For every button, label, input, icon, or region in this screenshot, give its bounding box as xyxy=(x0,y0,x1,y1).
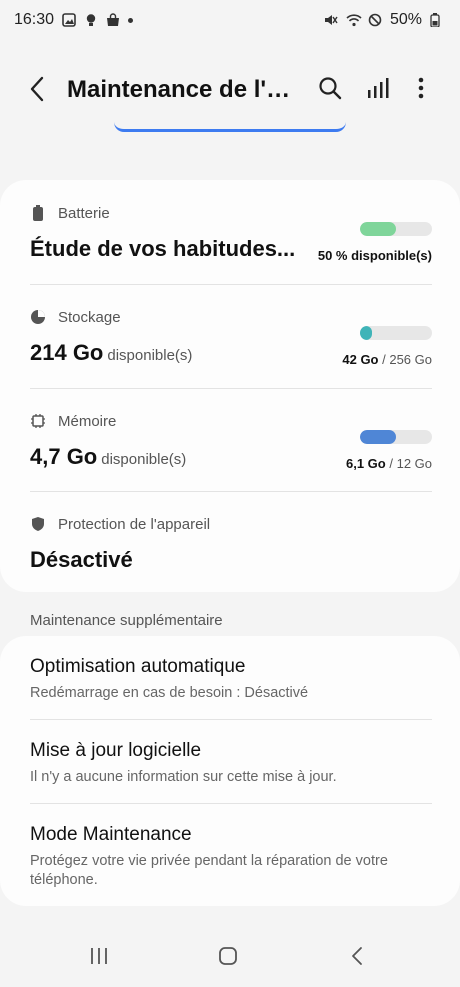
statistics-button[interactable] xyxy=(364,76,392,104)
memory-bar-fill xyxy=(360,430,396,444)
more-options-button[interactable] xyxy=(410,76,432,104)
shield-icon xyxy=(30,516,46,532)
gallery-icon xyxy=(62,13,76,27)
battery-icon xyxy=(30,205,46,221)
list-item-subtitle: Protégez votre vie privée pendant la rép… xyxy=(30,853,388,888)
memory-header: Mémoire xyxy=(30,410,432,432)
storage-label: Stockage xyxy=(58,308,121,326)
storage-bar-fill xyxy=(360,326,372,340)
battery-label: Batterie xyxy=(58,204,110,222)
status-right: 50% xyxy=(324,11,444,29)
storage-section[interactable]: Stockage 214 Go disponible(s) 42 Go / 256… xyxy=(30,306,432,388)
memory-label: Mémoire xyxy=(58,412,117,430)
bulb-icon xyxy=(84,13,98,27)
status-time: 16:30 xyxy=(14,11,55,28)
back-icon xyxy=(350,946,364,971)
storage-header: Stockage xyxy=(30,306,432,328)
battery-available: 50 % disponible(s) xyxy=(317,248,432,263)
battery-icon xyxy=(430,13,444,28)
divider xyxy=(30,388,432,389)
list-item-title: Mise à jour logicielle xyxy=(30,740,202,761)
list-item-title: Optimisation automatique xyxy=(30,656,246,677)
protection-value: Désactivé xyxy=(30,547,133,572)
home-icon xyxy=(218,946,238,971)
notification-dot xyxy=(128,17,134,23)
list-item-auto-optimization[interactable]: Optimisation automatique Redémarrage en … xyxy=(30,656,432,703)
back-arrow-icon xyxy=(29,76,45,107)
extra-maintenance-card: Optimisation automatique Redémarrage en … xyxy=(0,636,460,906)
protection-header: Protection de l'appareil xyxy=(30,513,432,535)
storage-total: / 256 Go xyxy=(382,352,432,367)
battery-section[interactable]: Batterie Étude de vos habitudes... 50 % … xyxy=(30,202,432,284)
storage-value-suffix: disponible(s) xyxy=(107,347,193,364)
list-item-maintenance-mode[interactable]: Mode Maintenance Protégez votre vie priv… xyxy=(30,824,432,890)
memory-bar xyxy=(360,430,432,444)
search-icon xyxy=(318,76,342,105)
back-button[interactable] xyxy=(22,76,52,106)
list-item-software-update[interactable]: Mise à jour logicielle Il n'y a aucune i… xyxy=(30,740,432,787)
section-header-extra: Maintenance supplémentaire xyxy=(30,612,223,629)
battery-percent: 50% xyxy=(389,11,422,28)
storage-value: 214 Go xyxy=(30,340,104,365)
battery-bar-label: 50 % disponible(s) xyxy=(318,248,432,263)
app-bar: Maintenance de l'appareil xyxy=(0,60,460,120)
list-item-title: Mode Maintenance xyxy=(30,824,192,845)
memory-value: 4,7 Go xyxy=(30,444,98,469)
wifi-icon xyxy=(346,13,362,27)
more-vertical-icon xyxy=(418,77,424,104)
device-status-card: Batterie Étude de vos habitudes... 50 % … xyxy=(0,180,460,592)
divider xyxy=(30,803,432,804)
header-accent-line xyxy=(114,122,346,132)
storage-bar-label: 42 Go / 256 Go xyxy=(342,352,432,367)
divider xyxy=(30,719,432,720)
memory-chip-icon xyxy=(30,413,46,429)
memory-section[interactable]: Mémoire 4,7 Go disponible(s) 6,1 Go / 12 … xyxy=(30,410,432,492)
do-not-disturb-icon xyxy=(368,13,382,27)
memory-bar-label: 6,1 Go / 12 Go xyxy=(346,456,432,471)
memory-value-suffix: disponible(s) xyxy=(101,451,187,468)
battery-bar-fill xyxy=(360,222,396,236)
battery-value: Étude de vos habitudes... xyxy=(30,236,296,261)
memory-used: 6,1 Go xyxy=(345,456,386,471)
divider xyxy=(30,284,432,285)
recent-apps-button[interactable] xyxy=(84,945,114,971)
status-bar: 16:30 50% xyxy=(0,0,460,40)
storage-bar xyxy=(360,326,432,340)
list-item-subtitle: Redémarrage en cas de besoin : Désactivé xyxy=(30,685,309,701)
battery-bar xyxy=(360,222,432,236)
home-button[interactable] xyxy=(213,945,243,971)
mute-icon xyxy=(324,13,338,27)
system-nav-bar xyxy=(0,935,460,979)
protection-section[interactable]: Protection de l'appareil Désactivé xyxy=(30,513,432,583)
status-left: 16:30 xyxy=(14,11,134,29)
battery-header: Batterie xyxy=(30,202,432,224)
list-item-subtitle: Il n'y a aucune information sur cette mi… xyxy=(30,769,337,785)
bar-chart-icon xyxy=(366,76,390,105)
pie-chart-icon xyxy=(30,309,46,325)
storage-used: 42 Go xyxy=(342,352,379,367)
memory-total: / 12 Go xyxy=(389,456,432,471)
recents-icon xyxy=(89,947,109,970)
nav-back-button[interactable] xyxy=(342,945,372,971)
search-button[interactable] xyxy=(316,76,344,104)
divider xyxy=(30,491,432,492)
shop-bag-icon xyxy=(106,13,120,27)
protection-label: Protection de l'appareil xyxy=(58,515,211,533)
page-title: Maintenance de l'appareil xyxy=(67,76,302,103)
